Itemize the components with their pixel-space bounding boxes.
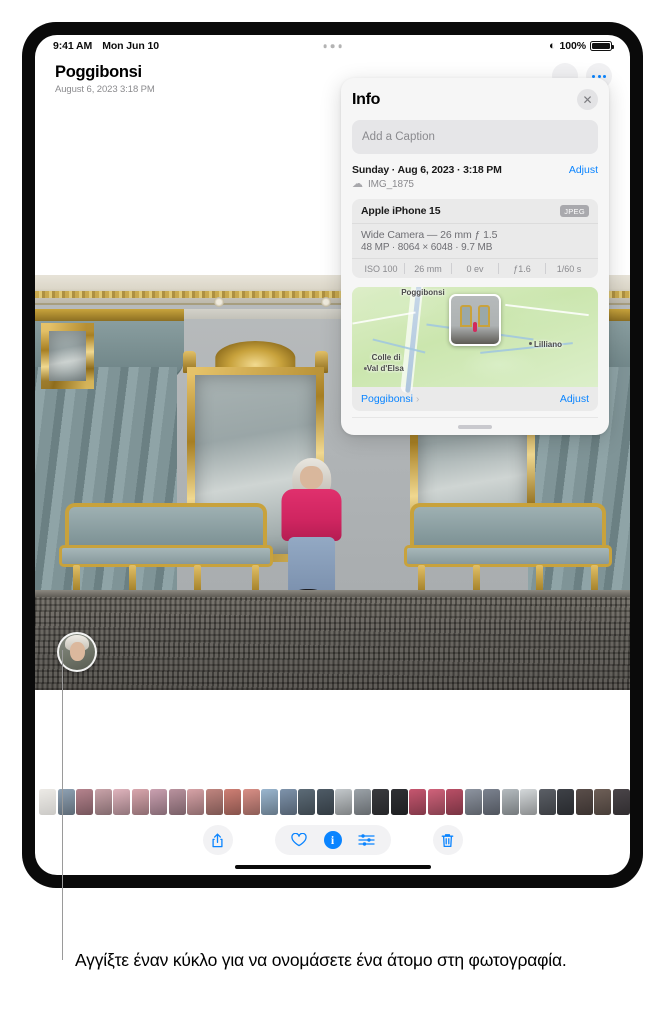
date-row: Sunday · Aug 6, 2023 · 3:18 PM Adjust	[352, 164, 598, 176]
close-icon[interactable]: ✕	[577, 89, 598, 110]
ipad-screen: 9:41 AM Mon Jun 10 ◐ 100% Poggibonsi Aug…	[35, 35, 630, 875]
filmstrip-thumbnail[interactable]	[501, 789, 519, 815]
filmstrip-thumbnail[interactable]	[57, 789, 75, 815]
filename-row: ☁ IMG_1875	[352, 178, 598, 191]
map-place-label: Poggibonsi	[401, 288, 445, 297]
filmstrip-thumbnail[interactable]	[298, 789, 315, 815]
filmstrip-thumbnail[interactable]	[187, 789, 204, 815]
home-indicator	[234, 865, 431, 869]
caption-placeholder: Add a Caption	[362, 131, 435, 143]
exif-row: ISO 100 26 mm 0 ev ƒ1.6 1/60 s	[352, 259, 598, 278]
filmstrip-thumbnail[interactable]	[279, 789, 297, 815]
heart-icon[interactable]	[288, 829, 310, 851]
multitasking-controls-icon[interactable]	[323, 44, 342, 48]
exif-value: 0 ev	[466, 263, 484, 274]
photo-seated-person	[281, 457, 342, 601]
filmstrip-thumbnail[interactable]	[168, 789, 186, 815]
photo-bench-left	[58, 502, 274, 595]
filmstrip-thumbnail[interactable]	[483, 789, 500, 815]
adjustments-icon[interactable]	[356, 829, 378, 851]
camera-resolution-text: 48 MP · 8064 × 6048 · 9.7 MB	[361, 242, 493, 253]
photo-filmstrip[interactable]	[35, 787, 630, 817]
ipad-device-frame: 9:41 AM Mon Jun 10 ◐ 100% Poggibonsi Aug…	[22, 22, 643, 888]
location-map-card[interactable]: Poggibonsi Colle di Val d'Elsa Lilliano Pog…	[352, 287, 598, 411]
filmstrip-thumbnail[interactable]	[372, 789, 389, 815]
adjust-date-button[interactable]: Adjust	[569, 164, 598, 176]
info-panel-header: Info ✕	[352, 89, 598, 110]
filmstrip-thumbnail[interactable]	[464, 789, 482, 815]
panel-drag-handle[interactable]	[458, 424, 492, 429]
status-time: 9:41 AM	[53, 40, 93, 52]
toolbar-center-group[interactable]: i	[274, 825, 391, 855]
map-place-link[interactable]: Poggibonsi	[361, 393, 413, 405]
filmstrip-thumbnail[interactable]	[612, 789, 630, 815]
callout-leader-line	[62, 650, 64, 960]
camera-device-name: Apple iPhone 15	[361, 205, 441, 217]
info-panel-title: Info	[352, 90, 381, 108]
filmstrip-thumbnail[interactable]	[94, 789, 112, 815]
filmstrip-thumbnail[interactable]	[335, 789, 352, 815]
panel-resize-area[interactable]	[352, 417, 598, 435]
filmstrip-thumbnail[interactable]	[594, 789, 611, 815]
info-panel[interactable]: Info ✕ Add a Caption Sunday · Aug 6, 202…	[341, 78, 609, 435]
exif-value: ISO 100	[364, 263, 398, 274]
filmstrip-thumbnail[interactable]	[242, 789, 260, 815]
filmstrip-thumbnail[interactable]	[113, 789, 130, 815]
battery-full-icon	[590, 41, 614, 51]
map-footer: Poggibonsi › Adjust	[352, 387, 598, 411]
filmstrip-thumbnail[interactable]	[205, 789, 223, 815]
status-date: Mon Jun 10	[102, 40, 159, 52]
exif-value: 1/60 s	[556, 263, 582, 274]
camera-lens-text: Wide Camera — 26 mm ƒ 1.5	[361, 229, 498, 241]
map-photo-thumbnail	[449, 294, 501, 346]
filmstrip-thumbnail[interactable]	[520, 789, 537, 815]
photo-floor	[35, 590, 630, 690]
filmstrip-thumbnail[interactable]	[131, 789, 149, 815]
callout-text: Αγγίξτε έναν κύκλο για να ονομάσετε ένα …	[75, 950, 567, 970]
camera-device-row: Apple iPhone 15 JPEG	[352, 199, 598, 223]
filmstrip-thumbnail[interactable]	[390, 789, 408, 815]
trash-icon[interactable]	[432, 825, 463, 855]
info-circle-icon[interactable]: i	[323, 831, 342, 849]
share-icon[interactable]	[202, 825, 233, 855]
filename-text: IMG_1875	[368, 179, 414, 190]
filmstrip-thumbnail[interactable]	[353, 789, 371, 815]
filmstrip-thumbnail[interactable]	[557, 789, 574, 815]
caption-input[interactable]: Add a Caption	[352, 120, 598, 154]
wifi-icon: ◐	[548, 39, 556, 52]
map-place-label: Colle di	[371, 353, 401, 362]
filmstrip-thumbnail[interactable]	[224, 789, 241, 815]
exif-value: 26 mm	[414, 263, 442, 274]
status-bar-right: ◐ 100%	[548, 39, 614, 52]
photo-rosette	[320, 297, 331, 307]
filmstrip-thumbnail[interactable]	[446, 789, 463, 815]
filmstrip-thumbnail[interactable]	[150, 789, 167, 815]
map-place-label: Lilliano	[534, 340, 563, 349]
filmstrip-thumbnail[interactable]	[575, 789, 593, 815]
filmstrip-thumbnail[interactable]	[39, 789, 56, 815]
map-place-label: Val d'Elsa	[366, 364, 404, 373]
filmstrip-thumbnail[interactable]	[261, 789, 278, 815]
filmstrip-thumbnail[interactable]	[409, 789, 426, 815]
photo-bench-right	[403, 502, 613, 595]
icloud-check-icon: ☁	[352, 178, 363, 190]
filmstrip-thumbnail[interactable]	[76, 789, 93, 815]
exif-value: ƒ1.6	[513, 263, 531, 274]
battery-percent-label: 100%	[559, 40, 587, 52]
adjust-location-button[interactable]: Adjust	[560, 393, 589, 405]
filmstrip-thumbnail[interactable]	[316, 789, 334, 815]
photo-rosette	[213, 297, 224, 307]
file-format-badge: JPEG	[560, 205, 589, 217]
status-bar-left: 9:41 AM Mon Jun 10	[53, 40, 159, 52]
filmstrip-thumbnail[interactable]	[538, 789, 556, 815]
photo-mirror-partial	[40, 323, 95, 390]
map-image[interactable]: Poggibonsi Colle di Val d'Elsa Lilliano	[352, 287, 598, 394]
chevron-right-icon: ›	[415, 393, 420, 405]
camera-info-card: Apple iPhone 15 JPEG Wide Camera — 26 mm…	[352, 199, 598, 278]
bottom-toolbar[interactable]: i	[35, 823, 630, 857]
filmstrip-thumbnail[interactable]	[427, 789, 445, 815]
photo-date-text: Sunday · Aug 6, 2023 · 3:18 PM	[352, 164, 502, 176]
